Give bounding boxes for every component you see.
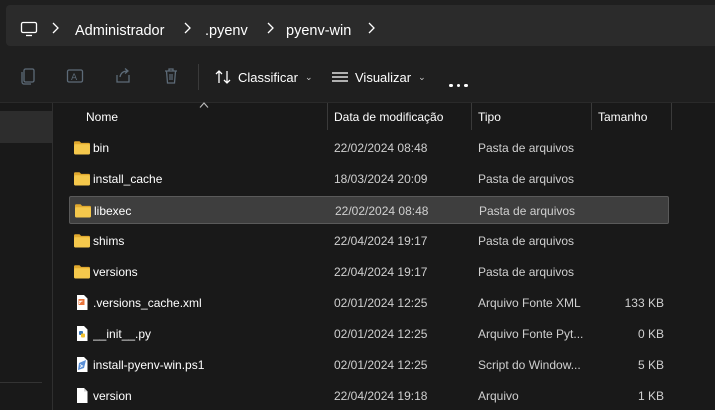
breadcrumb-pyenv-win[interactable]: pyenv-win bbox=[286, 22, 351, 40]
file-date-modified: 22/02/2024 08:48 bbox=[335, 204, 429, 218]
file-name: version bbox=[93, 389, 132, 403]
file-date-modified: 22/02/2024 08:48 bbox=[334, 141, 428, 155]
file-row-bin[interactable]: bin 22/02/2024 08:48 Pasta de arquivos bbox=[69, 134, 669, 162]
sort-ascending-icon bbox=[199, 102, 209, 108]
file-row-versions[interactable]: versions 22/04/2024 19:17 Pasta de arquivo… bbox=[69, 258, 669, 286]
chevron-right-icon[interactable] bbox=[265, 21, 275, 35]
file-size bbox=[594, 258, 664, 286]
file-size: 1 KB bbox=[637, 389, 664, 403]
file-row-init-py[interactable]: __init__.py 02/01/2024 12:25 Arquivo Fonte… bbox=[69, 320, 669, 348]
column-divider[interactable] bbox=[591, 103, 592, 130]
xml-file-icon bbox=[73, 294, 91, 311]
folder-icon bbox=[73, 170, 91, 187]
column-divider[interactable] bbox=[327, 103, 328, 130]
file-size bbox=[594, 227, 664, 255]
folder-icon bbox=[74, 202, 92, 219]
file-name: bin bbox=[93, 141, 110, 155]
column-divider[interactable] bbox=[671, 103, 672, 130]
copy-icon[interactable] bbox=[18, 66, 38, 86]
file-size bbox=[594, 165, 664, 193]
column-header-type[interactable]: Tipo bbox=[478, 103, 501, 131]
file-type: Pasta de arquivos bbox=[479, 204, 576, 218]
file-name: versions bbox=[93, 265, 138, 279]
sort-icon bbox=[215, 70, 231, 84]
file-date-modified: 22/04/2024 19:17 bbox=[334, 234, 428, 248]
sort-button[interactable]: Classificar ⌄ bbox=[214, 66, 313, 88]
folder-icon bbox=[73, 232, 91, 249]
column-divider[interactable] bbox=[471, 103, 472, 130]
file-date-modified: 02/01/2024 12:25 bbox=[334, 327, 428, 341]
breadcrumb-pyenv[interactable]: .pyenv bbox=[205, 22, 248, 40]
column-header-date-modified[interactable]: Data de modificação bbox=[334, 103, 443, 131]
command-bar: A Classificar ⌄ Visualizar ⌄ bbox=[0, 50, 715, 102]
chevron-right-icon[interactable] bbox=[366, 21, 376, 35]
file-type: Pasta de arquivos bbox=[478, 234, 575, 248]
more-options-icon[interactable] bbox=[449, 74, 472, 92]
folder-icon bbox=[73, 263, 91, 280]
breadcrumb-administrador[interactable]: Administrador bbox=[75, 22, 164, 40]
file-name: shims bbox=[93, 234, 125, 248]
file-size: 0 KB bbox=[637, 327, 664, 341]
file-icon bbox=[73, 387, 91, 404]
file-size: 133 KB bbox=[624, 296, 664, 310]
file-size: 5 KB bbox=[637, 358, 664, 372]
navigation-pane-selected-item[interactable] bbox=[0, 111, 52, 143]
rename-icon[interactable]: A bbox=[65, 66, 85, 86]
file-type: Arquivo Fonte Pyt... bbox=[478, 327, 584, 341]
chevron-right-icon[interactable] bbox=[182, 21, 192, 35]
chevron-right-icon[interactable] bbox=[50, 21, 60, 35]
this-pc-icon[interactable] bbox=[20, 20, 38, 38]
file-type: Arquivo bbox=[478, 389, 519, 403]
powershell-file-icon bbox=[73, 356, 91, 373]
file-row-libexec[interactable]: libexec 22/02/2024 08:48 Pasta de arquivos bbox=[69, 196, 669, 224]
view-label: Visualizar bbox=[355, 69, 412, 85]
file-date-modified: 02/01/2024 12:25 bbox=[334, 296, 428, 310]
view-button[interactable]: Visualizar ⌄ bbox=[331, 66, 426, 88]
file-date-modified: 22/04/2024 19:17 bbox=[334, 265, 428, 279]
folder-icon bbox=[73, 139, 91, 156]
file-row-install-cache[interactable]: install_cache 18/03/2024 20:09 Pasta de ar… bbox=[69, 165, 669, 193]
file-name: __init__.py bbox=[93, 327, 152, 341]
svg-text:A: A bbox=[71, 73, 78, 83]
file-size bbox=[595, 197, 665, 225]
file-explorer-window: Administrador .pyenv pyenv-win A Classif… bbox=[0, 0, 715, 410]
delete-icon[interactable] bbox=[161, 66, 181, 86]
file-type: Pasta de arquivos bbox=[478, 141, 575, 155]
navigation-pane[interactable] bbox=[0, 103, 53, 410]
navigation-pane-divider bbox=[0, 382, 42, 383]
file-row-shims[interactable]: shims 22/04/2024 19:17 Pasta de arquivos bbox=[69, 227, 669, 255]
column-header-name[interactable]: Nome bbox=[86, 103, 118, 131]
python-file-icon bbox=[73, 325, 91, 342]
share-icon[interactable] bbox=[113, 66, 133, 86]
file-name: .versions_cache.xml bbox=[93, 296, 202, 310]
file-row-version[interactable]: version 22/04/2024 19:18 Arquivo 1 KB bbox=[69, 382, 669, 410]
file-name: libexec bbox=[94, 204, 132, 218]
file-date-modified: 22/04/2024 19:18 bbox=[334, 389, 428, 403]
chevron-down-icon: ⌄ bbox=[418, 71, 426, 82]
file-name: install_cache bbox=[93, 172, 163, 186]
file-type: Script do Window... bbox=[478, 358, 581, 372]
file-name: install-pyenv-win.ps1 bbox=[93, 358, 205, 372]
chevron-down-icon: ⌄ bbox=[304, 71, 313, 82]
file-type: Pasta de arquivos bbox=[478, 172, 575, 186]
column-header-size[interactable]: Tamanho bbox=[598, 103, 647, 131]
file-date-modified: 02/01/2024 12:25 bbox=[334, 358, 428, 372]
file-size bbox=[594, 134, 664, 162]
file-row-versions-cache-xml[interactable]: .versions_cache.xml 02/01/2024 12:25 Arqui… bbox=[69, 289, 669, 317]
file-type: Pasta de arquivos bbox=[478, 265, 575, 279]
sort-label: Classificar bbox=[238, 69, 298, 85]
file-row-install-pyenv-win-ps1[interactable]: install-pyenv-win.ps1 02/01/2024 12:25 Scr… bbox=[69, 351, 669, 379]
toolbar-divider bbox=[198, 64, 199, 90]
file-date-modified: 18/03/2024 20:09 bbox=[334, 172, 428, 186]
address-bar-area: Administrador .pyenv pyenv-win bbox=[0, 0, 715, 50]
address-bar[interactable]: Administrador .pyenv pyenv-win bbox=[6, 5, 715, 46]
view-list-icon bbox=[332, 72, 348, 82]
file-type: Arquivo Fonte XML bbox=[478, 296, 581, 310]
